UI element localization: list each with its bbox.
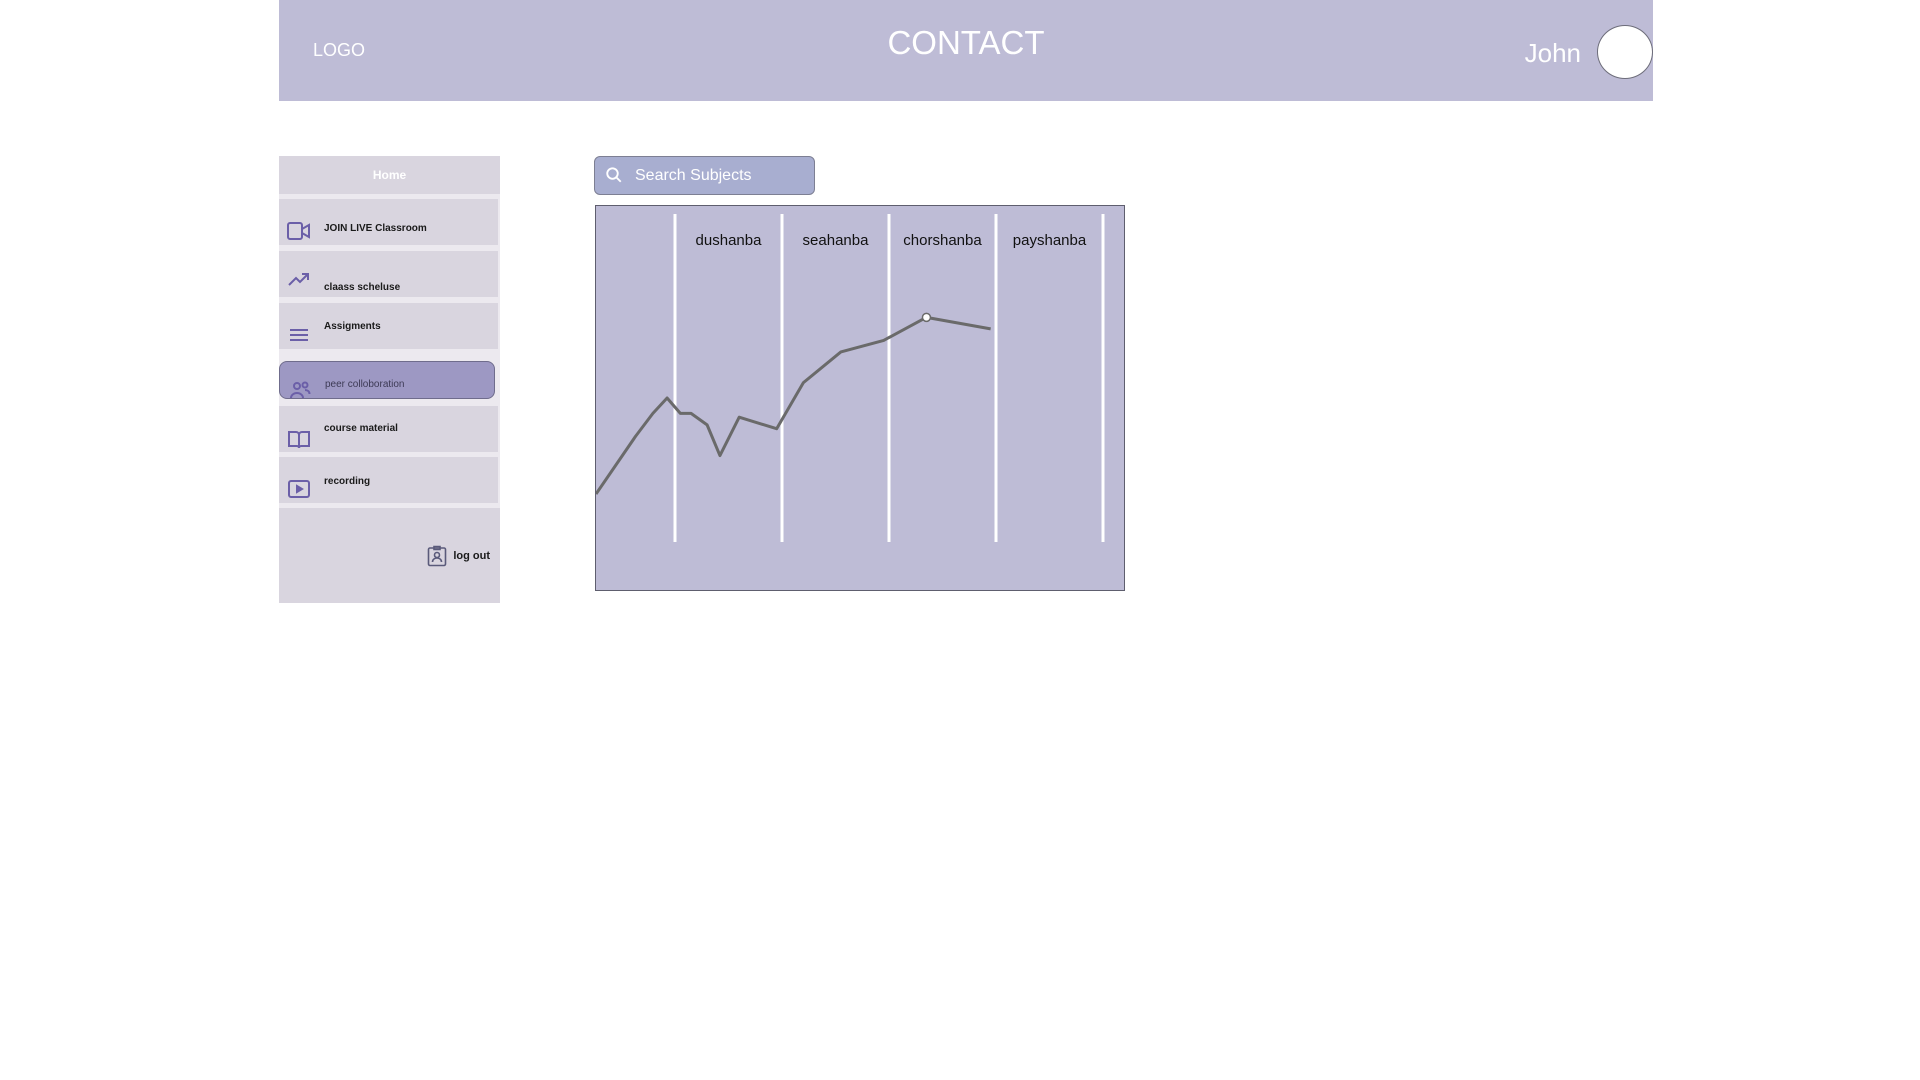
category-label: payshanba xyxy=(1013,232,1087,249)
sidebar-item-class-schedule[interactable]: claass scheluse xyxy=(279,251,498,297)
search-icon xyxy=(606,167,622,183)
sidebar-item-join-live-classroom[interactable]: JOIN LIVE Classroom xyxy=(279,199,498,245)
sidebar-item-recording[interactable]: recording xyxy=(279,457,498,503)
sidebar: Home JOIN LIVE Classroom claass scheluse… xyxy=(279,156,500,603)
series-line xyxy=(596,315,991,495)
user-name: John xyxy=(1524,38,1581,68)
category-label: dushanba xyxy=(696,232,763,249)
video-camera-icon xyxy=(287,219,311,243)
sidebar-item-label: claass scheluse xyxy=(324,282,401,293)
search-input[interactable] xyxy=(635,157,805,194)
search-bar[interactable] xyxy=(594,156,815,195)
sidebar-item-course-material[interactable]: course material xyxy=(279,406,498,452)
sidebar-footer: log out xyxy=(279,508,500,603)
logout-button[interactable]: log out xyxy=(427,545,490,567)
data-point[interactable] xyxy=(921,312,932,323)
play-icon xyxy=(287,477,311,501)
sidebar-item-label: recording xyxy=(324,476,371,487)
sidebar-item-home[interactable]: Home xyxy=(279,156,500,194)
sidebar-item-label: JOIN LIVE Classroom xyxy=(324,223,427,234)
page-title: CONTACT xyxy=(887,24,1045,61)
logout-label: log out xyxy=(453,550,490,562)
schedule-chart: dushanba seahanba chorshanba payshanba xyxy=(595,205,1125,591)
sidebar-item-label: peer colloboration xyxy=(325,379,405,390)
sidebar-item-label: course material xyxy=(324,423,398,434)
people-icon xyxy=(288,378,312,402)
trending-up-icon xyxy=(287,268,311,292)
sidebar-item-peer-collaboration[interactable]: peer colloboration xyxy=(279,361,495,399)
open-book-icon xyxy=(287,427,311,451)
top-header: LOGO CONTACT John xyxy=(279,0,1653,101)
badge-icon xyxy=(428,545,447,567)
category-label: chorshanba xyxy=(903,232,982,249)
chart-svg: dushanba seahanba chorshanba payshanba xyxy=(596,214,1105,542)
sidebar-item-assignments[interactable]: Assigments xyxy=(279,303,498,349)
avatar[interactable] xyxy=(1597,25,1653,79)
category-label: seahanba xyxy=(803,232,870,249)
sidebar-item-label: Assigments xyxy=(324,321,381,332)
menu-lines-icon xyxy=(287,323,311,347)
